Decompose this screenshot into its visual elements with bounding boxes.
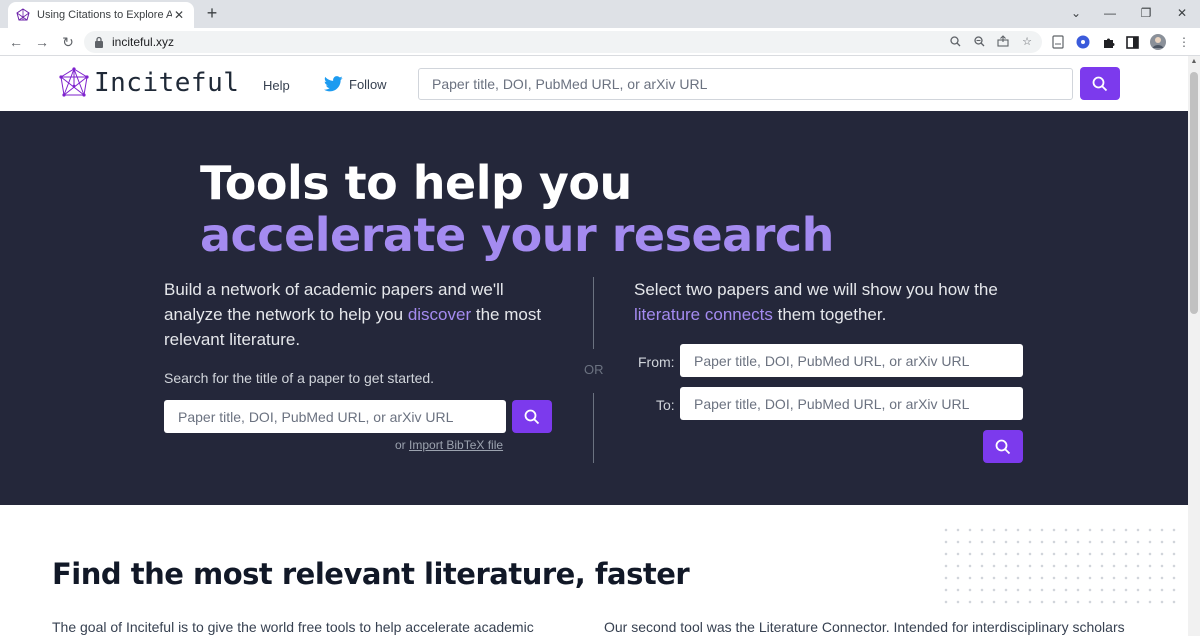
paper-search-placeholder: Paper title, DOI, PubMed URL, or arXiv U… [178,408,454,425]
connector-description: Select two papers and we will show you h… [634,280,998,324]
discover-link[interactable]: discover [408,305,471,324]
intro-paragraph: The goal of Inciteful is to give the wor… [52,619,534,635]
header-search-placeholder: Paper title, DOI, PubMed URL, or arXiv U… [432,76,708,92]
side-panel-icon[interactable] [1124,34,1140,50]
inciteful-logo-icon [59,67,89,97]
site-logo[interactable]: Inciteful [58,67,239,99]
help-link[interactable]: Help [263,78,290,93]
restore-button[interactable]: ❐ [1128,0,1164,28]
to-paper-placeholder: Paper title, DOI, PubMed URL, or arXiv U… [694,395,970,412]
browser-tab-bar: Using Citations to Explore Acade ✕ + ⌄ —… [0,0,1200,28]
discover-description: Build a network of academic papers and w… [164,280,542,349]
search-page-icon[interactable] [948,34,962,48]
tab-close-icon[interactable]: ✕ [172,8,186,22]
literature-connects-link[interactable]: literature connects [634,305,773,324]
scroll-up-arrow-icon[interactable]: ▲ [1188,58,1200,68]
or-separator: OR [584,362,604,377]
browser-tab[interactable]: Using Citations to Explore Acade ✕ [8,2,194,28]
paper-search-input[interactable]: Paper title, DOI, PubMed URL, or arXiv U… [164,400,506,433]
hero-title-line2: accelerate your research [200,208,834,262]
extensions-puzzle-icon[interactable] [1100,34,1116,50]
profile-avatar[interactable] [1150,34,1166,50]
import-bibtex-link[interactable]: Import BibTeX file [409,438,503,452]
divider-bottom [593,393,594,463]
scroll-thumb[interactable] [1190,72,1198,314]
to-paper-input[interactable]: Paper title, DOI, PubMed URL, or arXiv U… [680,387,1023,420]
connector-paragraph: Our second tool was the Literature Conne… [604,619,1125,635]
zoom-icon[interactable] [972,34,986,48]
import-bibtex: or Import BibTeX file [395,438,504,452]
decorative-dot-grid [940,524,1180,604]
new-tab-button[interactable]: + [202,3,222,23]
from-paper-input[interactable]: Paper title, DOI, PubMed URL, or arXiv U… [680,344,1023,377]
back-button[interactable]: ← [6,32,26,52]
browser-menu-icon[interactable]: ⋮ [1176,34,1192,50]
browser-toolbar: ← → ↻ inciteful.xyz ☆ ⋮ [0,28,1200,56]
page-scrollbar[interactable]: ▲ [1188,56,1200,636]
hero-title: Tools to help you accelerate your resear… [200,157,834,261]
bookmark-star-icon[interactable]: ☆ [1020,34,1034,48]
forward-button[interactable]: → [32,32,52,52]
extension-doc-icon[interactable] [1050,34,1066,50]
divider-top [593,277,594,349]
share-icon[interactable] [996,34,1010,48]
from-label: From: [638,354,675,370]
connect-search-button[interactable] [983,430,1023,463]
address-bar[interactable]: inciteful.xyz ☆ [84,31,1042,53]
from-paper-placeholder: Paper title, DOI, PubMed URL, or arXiv U… [694,352,970,369]
follow-label: Follow [349,76,387,92]
site-header: Inciteful Help Follow Paper title, DOI, … [0,56,1188,111]
search-icon [995,439,1011,454]
close-window-button[interactable]: ✕ [1164,0,1200,28]
extension-profile-icon[interactable] [1075,34,1091,50]
url-text: inciteful.xyz [112,35,175,49]
paper-search-button[interactable] [512,400,552,433]
to-label: To: [656,397,675,413]
section-title: Find the most relevant literature, faste… [52,557,690,591]
search-icon [1092,76,1108,91]
tab-search-icon[interactable]: ⌄ [1058,0,1094,28]
inciteful-favicon-icon [16,8,30,22]
minimize-button[interactable]: — [1092,0,1128,28]
search-icon [524,409,540,424]
hero-section: Tools to help you accelerate your resear… [0,111,1188,505]
follow-link[interactable]: Follow [324,76,387,92]
reload-button[interactable]: ↻ [58,32,78,52]
twitter-icon [324,76,343,92]
header-search-button[interactable] [1080,67,1120,100]
search-hint: Search for the title of a paper to get s… [164,370,435,386]
header-search-input[interactable]: Paper title, DOI, PubMed URL, or arXiv U… [418,68,1073,100]
hero-title-line1: Tools to help you [200,156,632,210]
logo-text: Inciteful [94,68,240,98]
lock-icon [95,36,103,48]
tab-title: Using Citations to Explore Acade [37,9,172,21]
